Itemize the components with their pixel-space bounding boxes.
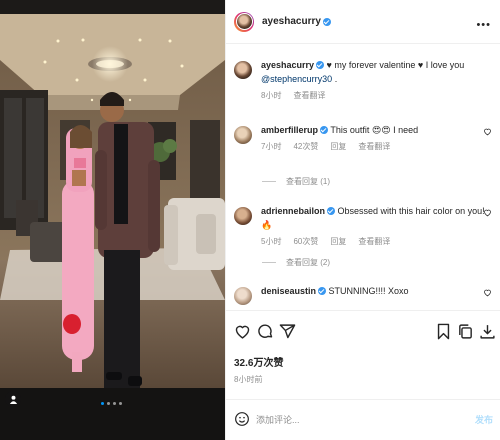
author-avatar (235, 13, 253, 30)
comment-meta: 7小时 42次赞 回复 查看翻译 (261, 141, 494, 152)
user-tag-icon (9, 395, 17, 404)
user-tag-button[interactable] (5, 391, 21, 407)
comment-username[interactable]: amberfillerup (261, 125, 318, 135)
like-count[interactable]: 32.6万次赞 (234, 354, 283, 369)
comment-item: adriennebailon Obsessed with this hair c… (234, 204, 494, 247)
view-replies-button[interactable]: 查看回复 (1) (262, 176, 330, 187)
comment-meta: 5小时 60次赞 回复 查看翻译 (261, 236, 494, 247)
comment-time[interactable]: 7小时 (261, 141, 281, 152)
comment-icon[interactable] (257, 323, 274, 340)
comment-like-heart-icon[interactable] (483, 208, 492, 217)
comments-list[interactable]: ayeshacurry ♥ my forever valentine ♥ I l… (226, 45, 500, 310)
comment-reply-button[interactable]: 回复 (330, 236, 346, 247)
share-icon[interactable] (279, 323, 296, 340)
comment-likes[interactable]: 42次赞 (293, 141, 318, 152)
carousel-dot (119, 402, 122, 405)
caption-mention-link[interactable]: @stephencurry30 (261, 74, 332, 84)
comment-text: amberfillerup This outfit 😍😍 I need (261, 123, 494, 137)
view-replies-button[interactable]: 查看回复 (2) (262, 257, 330, 268)
comment-like-heart-icon[interactable] (483, 127, 492, 136)
heart-icon[interactable] (234, 323, 251, 340)
comment-username[interactable]: adriennebailon (261, 206, 325, 216)
caption-text: ayeshacurry ♥ my forever valentine ♥ I l… (261, 58, 494, 86)
comment-likes[interactable]: 60次赞 (293, 236, 318, 247)
caption-username[interactable]: ayeshacurry (261, 60, 314, 70)
bookmark-icon[interactable] (435, 323, 452, 340)
verified-icon (327, 207, 336, 215)
comment-composer: 添加评论... 发布 (226, 399, 500, 440)
comment-body: STUNNING!!!! Xoxo (326, 286, 409, 296)
comment-avatar[interactable] (234, 126, 252, 144)
carousel-dot (107, 402, 110, 405)
caption-meta: 8小时 查看翻译 (261, 90, 494, 101)
comment-text: deniseaustin STUNNING!!!! Xoxo (261, 284, 494, 298)
author-username[interactable]: ayeshacurry (262, 16, 321, 27)
caption-translate-link[interactable]: 查看翻译 (293, 90, 325, 101)
copy-icon[interactable] (457, 323, 474, 340)
more-icon[interactable]: ••• (476, 19, 491, 31)
verified-icon (320, 126, 329, 134)
post-details-panel: ayeshacurry ••• ayeshacurry ♥ my forever… (225, 0, 500, 440)
post-timestamp: 8小时前 (234, 375, 263, 384)
post-header: ayeshacurry ••• (226, 0, 500, 44)
comment-avatar[interactable] (234, 207, 252, 225)
carousel-indicator (101, 402, 122, 405)
comment-item: deniseaustin STUNNING!!!! Xoxo (234, 284, 494, 305)
comment-body: This outfit 😍😍 I need (328, 125, 419, 135)
caption-trail: . (332, 74, 338, 84)
verified-icon (322, 17, 331, 26)
comment-item: amberfillerup This outfit 😍😍 I need 7小时 … (234, 123, 494, 152)
caption-time[interactable]: 8小时 (261, 90, 281, 101)
caption: ayeshacurry ♥ my forever valentine ♥ I l… (234, 58, 494, 101)
comment-avatar[interactable] (234, 287, 252, 305)
download-icon[interactable] (479, 323, 496, 340)
verified-icon (318, 287, 327, 295)
comment-reply-button[interactable]: 回复 (330, 141, 346, 152)
carousel-dot-active (101, 402, 104, 405)
caption-avatar[interactable] (234, 61, 252, 79)
caption-body: ♥ my forever valentine ♥ I love you (324, 60, 465, 70)
post-actions (226, 310, 500, 350)
carousel-dot (113, 402, 116, 405)
author-avatar-ring[interactable] (234, 11, 254, 32)
post-photo[interactable] (0, 0, 225, 440)
post-image (0, 0, 225, 440)
comment-time[interactable]: 5小时 (261, 236, 281, 247)
comment-username[interactable]: deniseaustin (261, 286, 316, 296)
comment-translate-link[interactable]: 查看翻译 (358, 236, 390, 247)
post-comment-button[interactable]: 发布 (475, 413, 493, 426)
comment-text: adriennebailon Obsessed with this hair c… (261, 204, 494, 232)
comment-like-heart-icon[interactable] (483, 288, 492, 297)
comment-input[interactable]: 添加评论... (256, 413, 300, 426)
emoji-icon[interactable] (234, 411, 250, 427)
verified-icon (316, 61, 325, 69)
comment-translate-link[interactable]: 查看翻译 (358, 141, 390, 152)
